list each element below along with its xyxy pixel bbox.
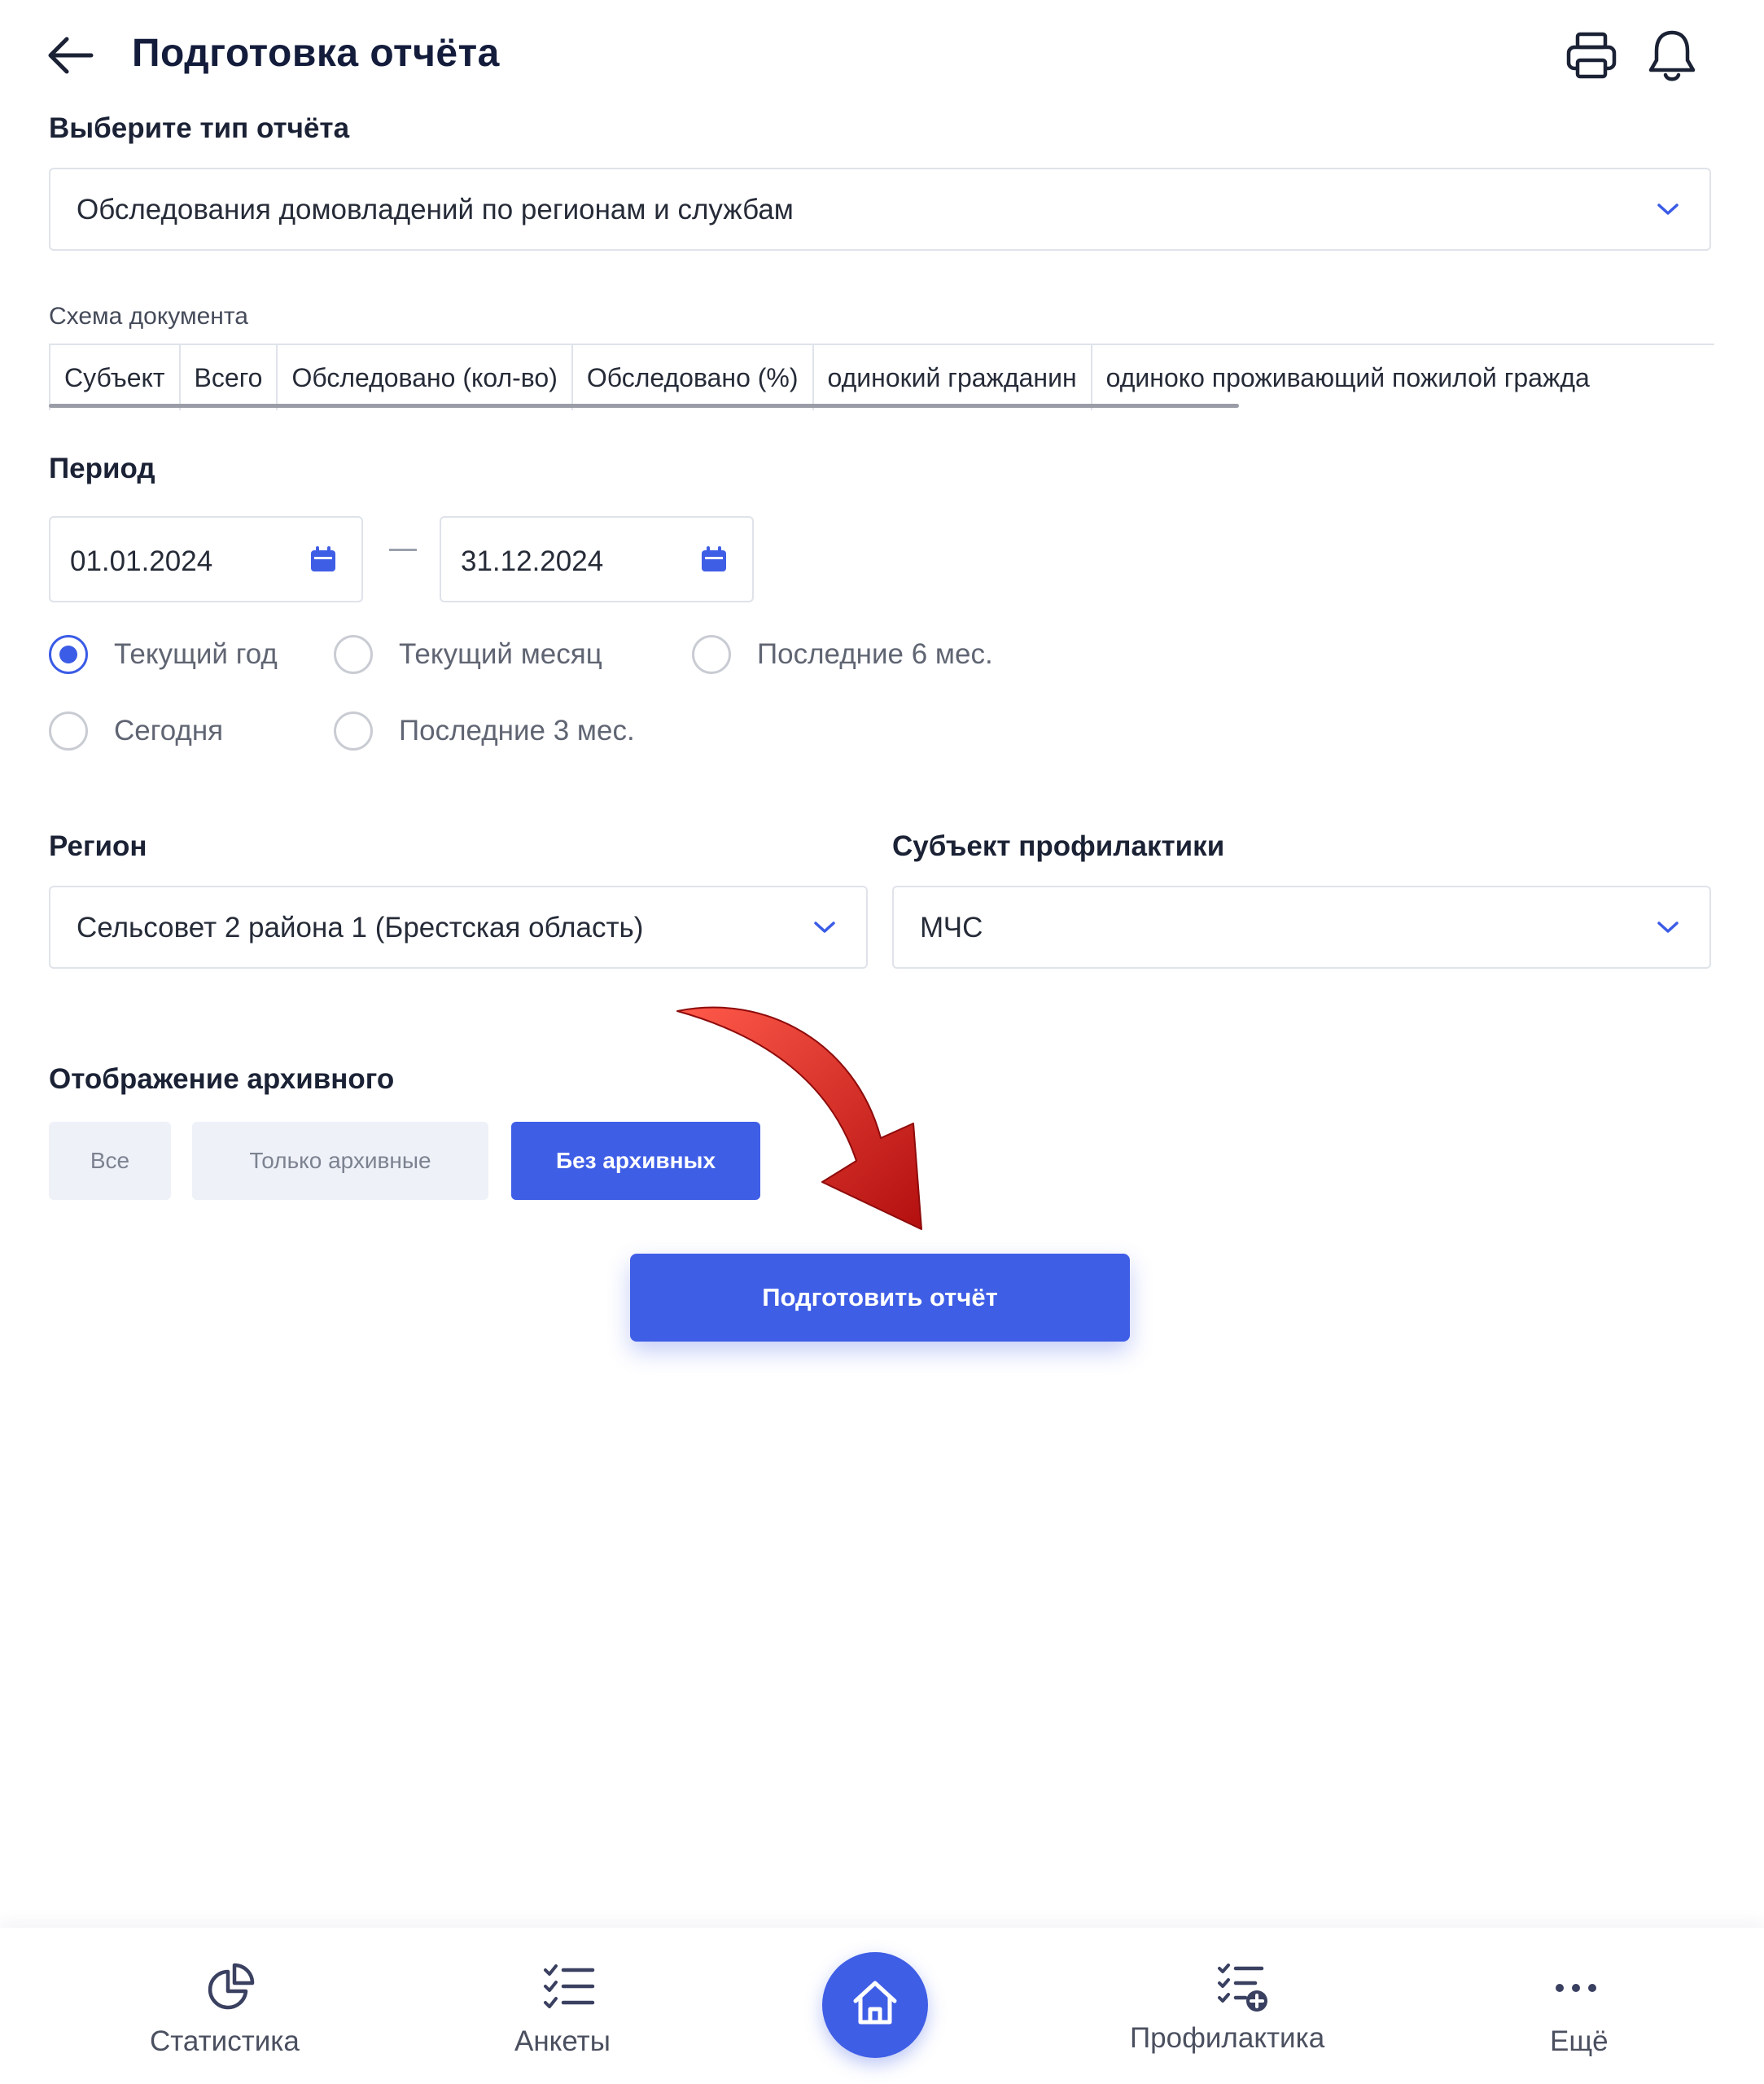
subject-label: Субъект профилактики — [892, 830, 1225, 862]
radio-circle[interactable] — [334, 635, 373, 674]
nav-label: Профилактика — [1130, 2022, 1325, 2054]
notifications-button[interactable] — [1646, 28, 1698, 85]
pie-chart-icon — [208, 1963, 255, 2010]
archive-all-button[interactable]: Все — [49, 1122, 171, 1200]
radio-label: Текущий год — [114, 638, 278, 670]
radio-label: Сегодня — [114, 715, 224, 746]
radio-circle-selected[interactable] — [49, 635, 88, 674]
radio-label: Последние 3 мес. — [399, 715, 635, 746]
nav-questionnaires[interactable]: Анкеты — [510, 1928, 632, 2084]
report-type-select[interactable]: Обследования домовладений по регионам и … — [49, 168, 1711, 251]
date-from-value: 01.01.2024 — [70, 545, 213, 577]
home-icon — [853, 1981, 897, 2025]
period-label: Период — [49, 453, 155, 484]
back-button[interactable] — [42, 31, 98, 80]
nav-label: Ещё — [1550, 2025, 1609, 2057]
printer-icon — [1566, 32, 1617, 79]
home-button[interactable] — [822, 1952, 928, 2058]
schema-columns[interactable]: Субъект Всего Обследовано (кол-во) Обсле… — [49, 344, 1714, 410]
subject-select[interactable]: МЧС — [892, 886, 1711, 969]
schema-column[interactable]: Субъект — [50, 345, 181, 410]
app-header: Подготовка отчёта — [0, 0, 1764, 114]
nav-more[interactable]: Ещё — [1543, 1928, 1617, 2084]
region-select[interactable]: Сельсовет 2 района 1 (Брестская область) — [49, 886, 868, 969]
date-range-separator — [389, 549, 417, 551]
annotation-arrow-icon — [676, 1006, 922, 1230]
schema-column[interactable]: одиноко проживающий пожилой гражда — [1092, 345, 1604, 410]
schema-column[interactable]: Обследовано (%) — [573, 345, 814, 410]
subject-value: МЧС — [920, 912, 983, 943]
bell-icon — [1648, 30, 1696, 81]
nav-prevention[interactable]: Профилактика — [1128, 1928, 1348, 2084]
arrow-left-icon — [48, 37, 94, 74]
schema-column[interactable]: Всего — [181, 345, 278, 410]
radio-circle[interactable] — [49, 711, 88, 751]
chevron-down-icon — [814, 922, 835, 933]
nav-statistics[interactable]: Статистика — [147, 1928, 317, 2084]
archive-label: Отображение архивного — [49, 1063, 395, 1095]
report-type-value: Обследования домовладений по регионам и … — [77, 194, 794, 225]
date-to-field[interactable]: 31.12.2024 — [440, 516, 754, 602]
report-type-label: Выберите тип отчёта — [49, 112, 350, 144]
print-button[interactable] — [1565, 29, 1618, 83]
chevron-down-icon — [1657, 922, 1679, 933]
prepare-report-button[interactable]: Подготовить отчёт — [630, 1254, 1130, 1342]
radio-circle[interactable] — [334, 711, 373, 751]
chevron-down-icon — [1657, 204, 1679, 215]
date-from-field[interactable]: 01.01.2024 — [49, 516, 363, 602]
region-value: Сельсовет 2 района 1 (Брестская область) — [77, 912, 644, 943]
radio-circle[interactable] — [692, 635, 731, 674]
schema-label: Схема документа — [49, 303, 248, 330]
nav-label: Анкеты — [514, 2025, 611, 2057]
checklist-add-icon — [1218, 1964, 1267, 2012]
schema-column[interactable]: одинокий гражданин — [814, 345, 1092, 410]
calendar-icon[interactable] — [309, 545, 337, 573]
schema-scrollbar[interactable] — [49, 404, 1239, 408]
page-title: Подготовка отчёта — [132, 32, 500, 75]
radio-label: Последние 6 мес. — [757, 638, 993, 670]
radio-label: Текущий месяц — [399, 638, 602, 670]
archive-only-button[interactable]: Только архивные — [192, 1122, 488, 1200]
more-dots-icon — [1556, 1984, 1596, 1992]
date-to-value: 31.12.2024 — [461, 545, 604, 577]
region-label: Регион — [49, 830, 147, 862]
calendar-icon[interactable] — [700, 545, 728, 573]
nav-label: Статистика — [150, 2025, 300, 2057]
archive-exclude-button[interactable]: Без архивных — [511, 1122, 760, 1200]
schema-column[interactable]: Обследовано (кол-во) — [278, 345, 573, 410]
checklist-icon — [544, 1964, 595, 2008]
